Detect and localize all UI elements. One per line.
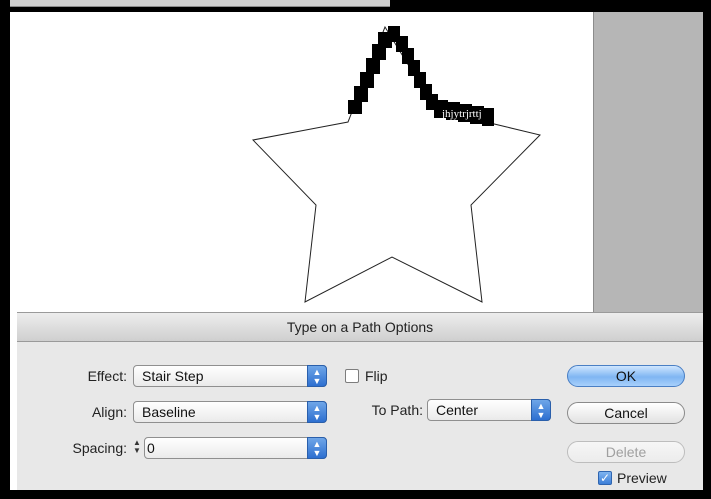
window-bottom-edge (0, 490, 711, 499)
cancel-button[interactable]: Cancel (567, 402, 685, 424)
preview-label: Preview (617, 470, 667, 486)
updown-arrows-icon: ▲ ▼ (307, 365, 327, 387)
updown-arrows-icon: ▲ ▼ (531, 399, 551, 421)
align-dropdown[interactable]: Baseline ▲ ▼ (133, 401, 327, 423)
updown-arrows-icon: ▲ ▼ (307, 437, 327, 459)
flip-checkbox[interactable] (345, 369, 359, 383)
artwork[interactable]: jhjytrjrttj (10, 12, 593, 312)
window-top-edge (0, 0, 711, 12)
spacing-stepper-icon[interactable]: ▲ ▼ (130, 437, 144, 459)
checkmark-icon: ✓ (599, 471, 611, 485)
spacing-combo[interactable]: 0 ▲ ▼ (144, 437, 327, 459)
path-text: jhjytrjrttj (441, 108, 482, 120)
to-path-value: Center (436, 402, 479, 418)
star-path[interactable] (251, 25, 541, 303)
effect-label: Effect: (87, 368, 127, 384)
effect-dropdown[interactable]: Stair Step ▲ ▼ (133, 365, 327, 387)
type-on-path-dialog: Type on a Path Options Effect: Stair Ste… (17, 312, 703, 491)
align-value: Baseline (142, 404, 196, 420)
dialog-title: Type on a Path Options (17, 313, 703, 342)
window-right-edge (703, 12, 711, 499)
effect-value: Stair Step (142, 368, 204, 384)
delete-button[interactable]: Delete (567, 441, 685, 463)
ok-button[interactable]: OK (567, 365, 685, 387)
spacing-value: 0 (147, 440, 155, 456)
to-path-dropdown[interactable]: Center ▲ ▼ (427, 399, 551, 421)
flip-label: Flip (365, 368, 388, 384)
updown-arrows-icon: ▲ ▼ (307, 401, 327, 423)
preview-checkbox[interactable]: ✓ (598, 471, 612, 485)
align-label: Align: (91, 404, 127, 420)
toolbar-strip (10, 0, 390, 7)
to-path-label: To Path: (371, 402, 423, 418)
spacing-label: Spacing: (72, 440, 127, 456)
